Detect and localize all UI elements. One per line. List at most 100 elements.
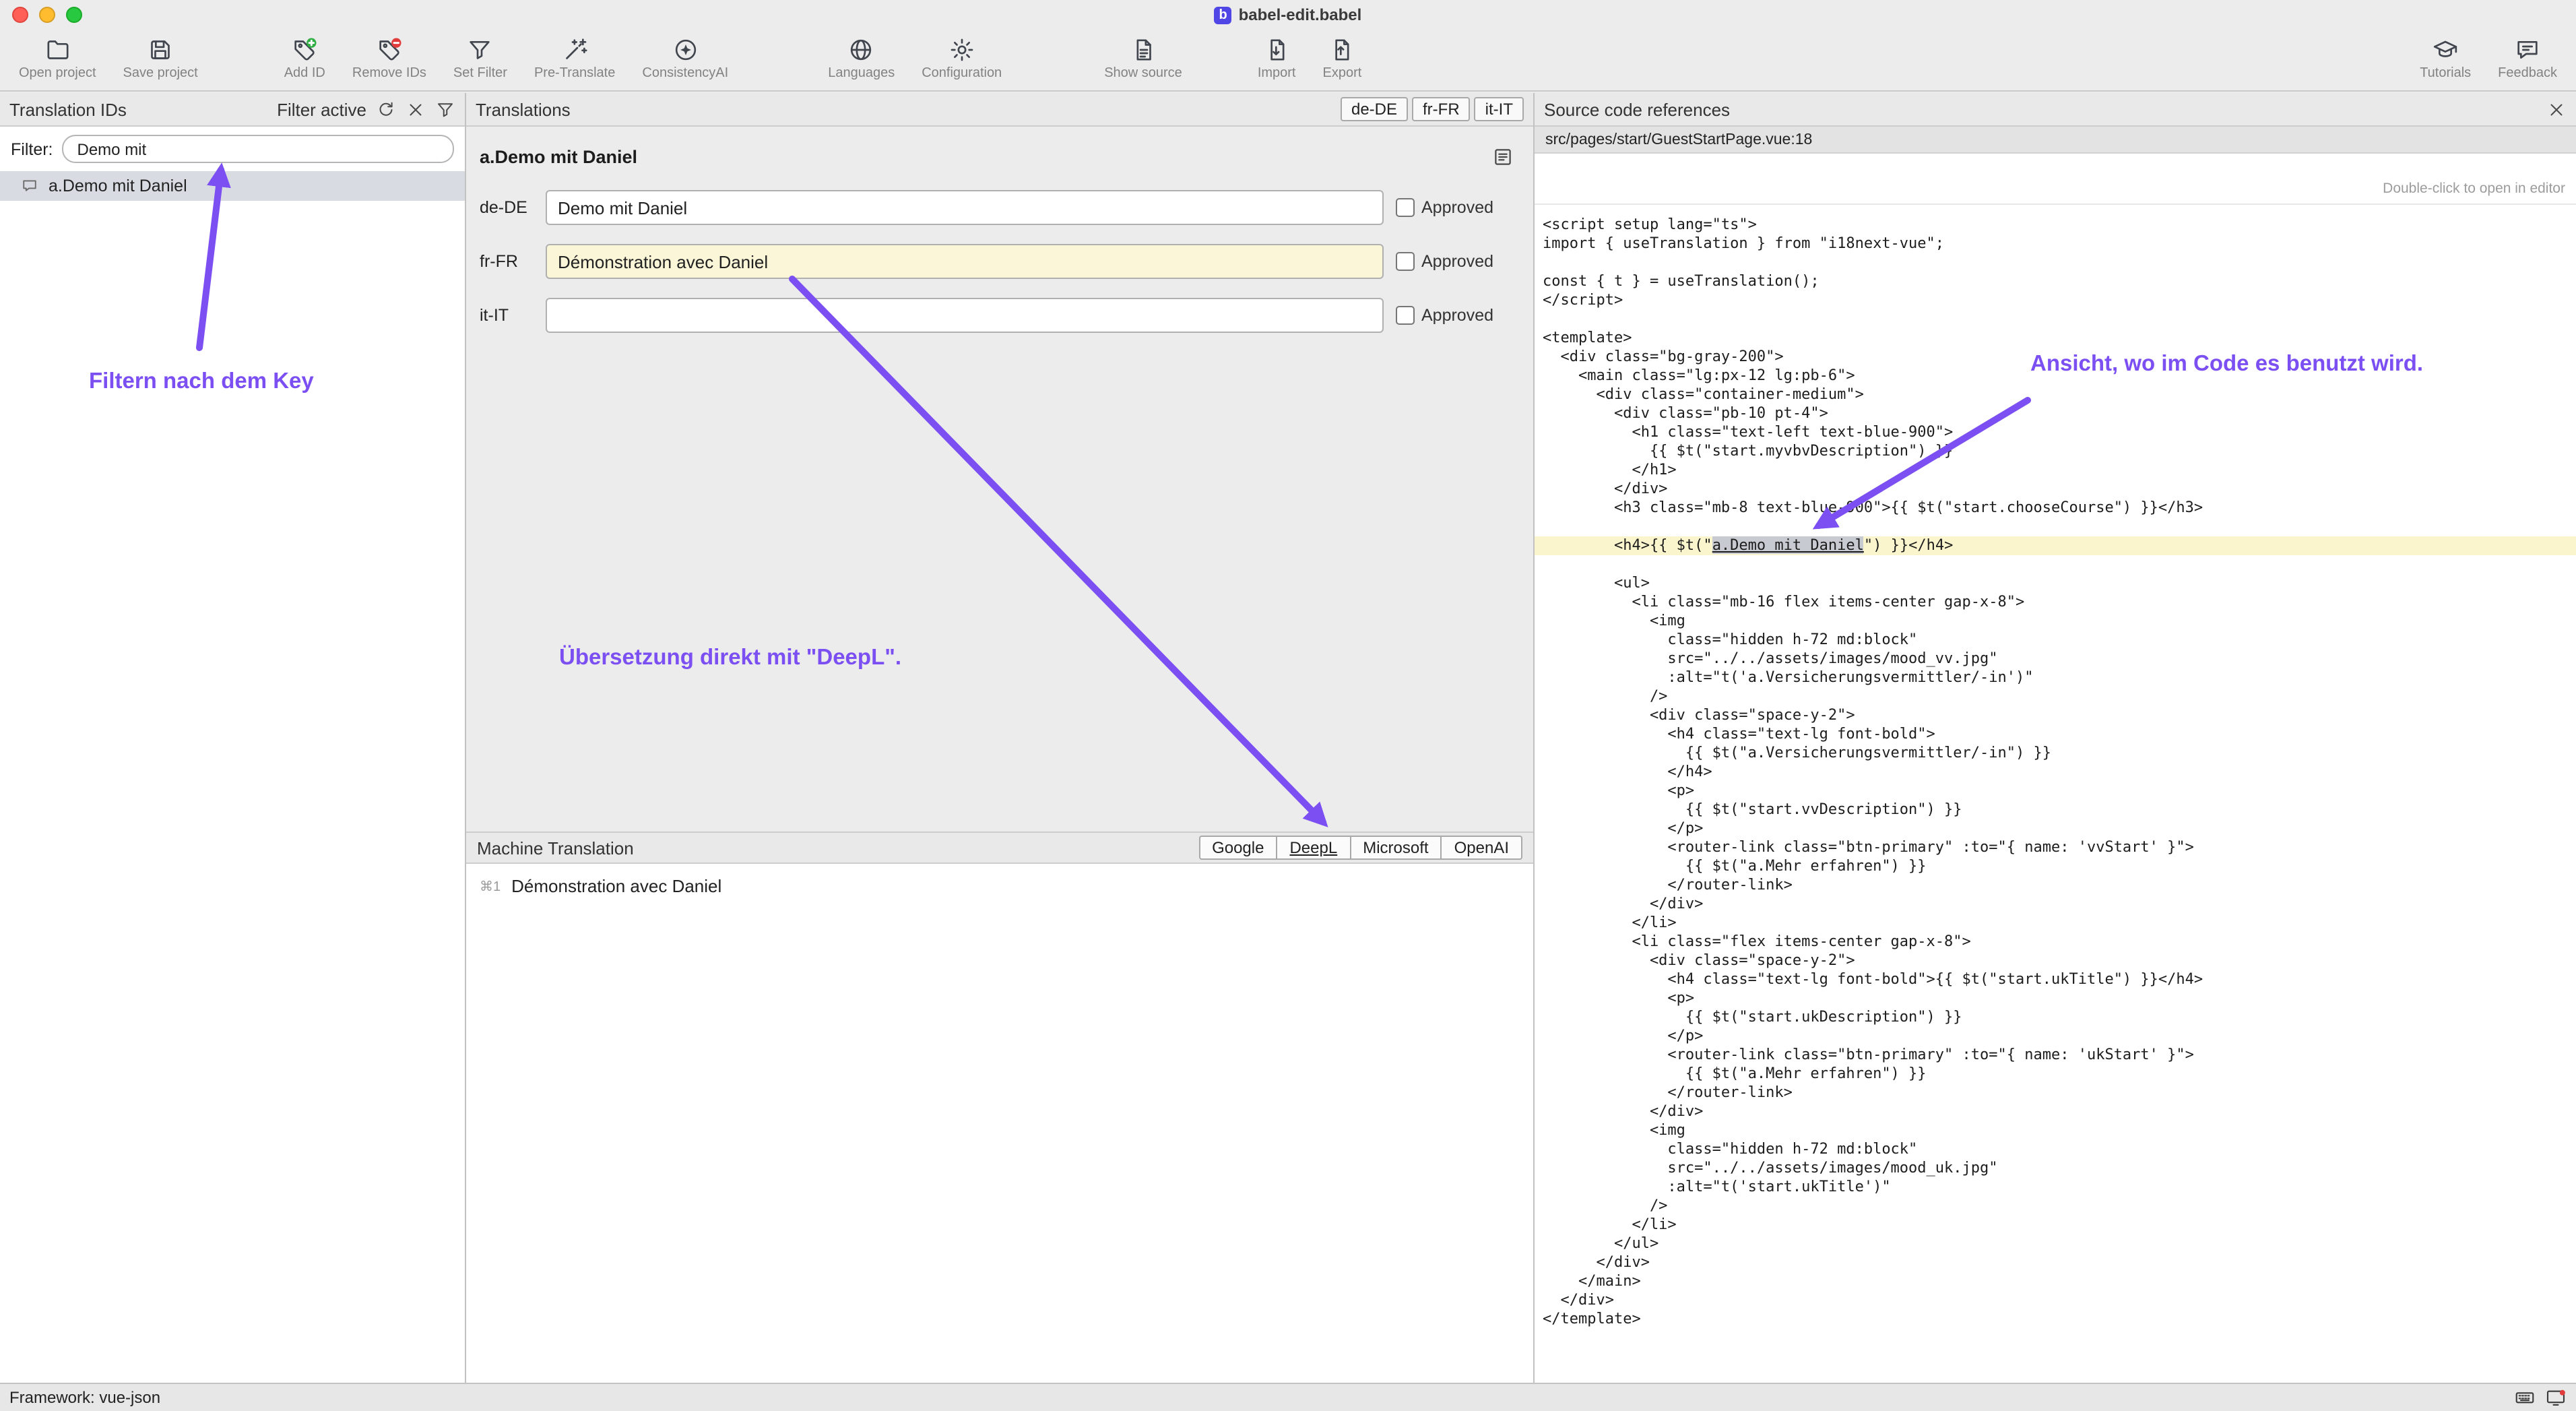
- code-line: />: [1543, 687, 2576, 706]
- window-title: b babel-edit.babel: [0, 5, 2576, 24]
- code-line: [1543, 253, 2576, 272]
- translation-input-fr-fr[interactable]: [546, 244, 1384, 279]
- minimize-window-button[interactable]: [39, 7, 55, 23]
- screen-recording-icon[interactable]: [2545, 1387, 2567, 1408]
- code-line: <div class="space-y-2">: [1543, 951, 2576, 970]
- toolbar-export[interactable]: Export: [1312, 35, 1373, 82]
- highlighted-translation-key[interactable]: a.Demo mit Daniel: [1712, 536, 1864, 554]
- toolbar-configuration[interactable]: Configuration: [911, 35, 1012, 82]
- mt-shortcut: ⌘1: [480, 879, 501, 894]
- code-line: </script>: [1543, 291, 2576, 310]
- code-line: </li>: [1543, 1216, 2576, 1234]
- mt-provider-google[interactable]: Google: [1198, 836, 1277, 860]
- globe-icon: [848, 36, 875, 63]
- toolbar-feedback[interactable]: Feedback: [2487, 35, 2568, 82]
- lang-tab-fr-fr[interactable]: fr-FR: [1412, 97, 1471, 121]
- toolbar-label: Tutorials: [2420, 66, 2471, 81]
- approved-checkbox-it-it[interactable]: [1396, 306, 1415, 325]
- toolbar-remove-ids[interactable]: Remove IDs: [342, 35, 437, 82]
- translation-row: fr-FRApproved: [480, 244, 1517, 279]
- translations-title: Translations: [476, 99, 571, 119]
- code-line: <img: [1543, 1121, 2576, 1140]
- toolbar-set-filter[interactable]: Set Filter: [443, 35, 518, 82]
- machine-translation-title: Machine Translation: [477, 838, 634, 858]
- toolbar-label: Import: [1258, 66, 1296, 81]
- code-line: <li class="flex items-center gap-x-8">: [1543, 933, 2576, 951]
- code-view[interactable]: <script setup lang="ts">import { useTran…: [1535, 205, 2576, 1383]
- code-line: <script setup lang="ts">: [1543, 216, 2576, 234]
- approved-checkbox-fr-fr[interactable]: [1396, 252, 1415, 271]
- code-line: class="hidden h-72 md:block": [1543, 631, 2576, 650]
- mt-suggestion-text: Démonstration avec Daniel: [511, 876, 721, 896]
- lang-tab-it-it[interactable]: it-IT: [1475, 97, 1524, 121]
- toolbar-import[interactable]: Import: [1247, 35, 1307, 82]
- toolbar-save-project[interactable]: Save project: [112, 35, 209, 82]
- code-line: <template>: [1543, 329, 2576, 348]
- translations-panel: Translations de-DEfr-FRit-IT a.Demo mit …: [466, 93, 1535, 1383]
- code-line: [1543, 310, 2576, 329]
- language-tabs: de-DEfr-FRit-IT: [1341, 97, 1524, 121]
- toolbar-consistencyai[interactable]: ConsistencyAI: [631, 35, 739, 82]
- entry-head: a.Demo mit Daniel: [480, 146, 1514, 168]
- code-line: class="hidden h-72 md:block": [1543, 1140, 2576, 1159]
- code-line: <img: [1543, 612, 2576, 631]
- translation-id-item[interactable]: a.Demo mit Daniel: [0, 171, 465, 201]
- translation-input-de-de[interactable]: [546, 190, 1384, 225]
- lang-tab-de-de[interactable]: de-DE: [1341, 97, 1408, 121]
- mt-provider-microsoft[interactable]: Microsoft: [1351, 836, 1442, 860]
- toolbar-open-project[interactable]: Open project: [8, 35, 107, 82]
- language-label: it-IT: [480, 306, 534, 325]
- save-icon: [147, 36, 174, 63]
- translation-ids-panel: Translation IDs Filter active Filter: a.…: [0, 93, 466, 1383]
- mt-provider-openai[interactable]: OpenAI: [1442, 836, 1522, 860]
- funnel-icon: [467, 36, 494, 63]
- source-references-title: Source code references: [1544, 99, 1730, 119]
- translation-row: it-IT Approved: [480, 298, 1517, 333]
- translation-editor: a.Demo mit Daniel de-DEApproved fr-FRAppr…: [466, 127, 1533, 832]
- folder-icon: [44, 36, 71, 63]
- comment-icon[interactable]: [1491, 146, 1514, 168]
- filter-input[interactable]: [63, 135, 455, 163]
- translation-input-it-it[interactable]: [546, 298, 1384, 333]
- mt-suggestion[interactable]: ⌘1 Démonstration avec Daniel: [466, 864, 1533, 908]
- tagminus-icon: [376, 36, 403, 63]
- toolbar-tutorials[interactable]: Tutorials: [2409, 35, 2482, 82]
- toolbar-label: Remove IDs: [352, 66, 426, 81]
- code-line: <ul>: [1543, 574, 2576, 593]
- code-line: <h4 class="text-lg font-bold">{{ $t("sta…: [1543, 970, 2576, 989]
- filter-icon[interactable]: [435, 99, 455, 119]
- zoom-window-button[interactable]: [66, 7, 82, 23]
- tagplus-icon: [291, 36, 318, 63]
- approved-checkbox-de-de[interactable]: [1396, 198, 1415, 217]
- file-reference[interactable]: src/pages/start/GuestStartPage.vue:18: [1535, 127, 2576, 154]
- traffic-lights: [12, 7, 82, 23]
- close-window-button[interactable]: [12, 7, 28, 23]
- machine-translation-body: ⌘1 Démonstration avec Daniel: [466, 864, 1533, 1383]
- mt-provider-deepl[interactable]: DeepL: [1277, 836, 1351, 860]
- code-line: </template>: [1543, 1310, 2576, 1329]
- code-line: <router-link class="btn-primary" :to="{ …: [1543, 838, 2576, 857]
- code-line: <div class="bg-gray-200">: [1543, 348, 2576, 367]
- toolbar-languages[interactable]: Languages: [817, 35, 905, 82]
- code-line: <router-link class="btn-primary" :to="{ …: [1543, 1046, 2576, 1065]
- translations-header: Translations de-DEfr-FRit-IT: [466, 93, 1533, 127]
- clear-filter-icon[interactable]: [406, 99, 426, 119]
- wand-icon: [561, 36, 588, 63]
- toolbar-label: Save project: [123, 66, 198, 81]
- code-line: </ul>: [1543, 1234, 2576, 1253]
- toolbar-pre-translate[interactable]: Pre-Translate: [523, 35, 626, 82]
- code-line: </div>: [1543, 1102, 2576, 1121]
- keyboard-icon[interactable]: [2514, 1387, 2536, 1408]
- translation-row: de-DEApproved: [480, 190, 1517, 225]
- toolbar-label: Open project: [19, 66, 96, 81]
- code-line: </router-link>: [1543, 1084, 2576, 1102]
- toolbar-show-source[interactable]: Show source: [1093, 35, 1193, 82]
- translation-ids-header: Translation IDs Filter active: [0, 93, 465, 127]
- code-line: src="../../assets/images/mood_vv.jpg": [1543, 650, 2576, 668]
- refresh-filter-icon[interactable]: [376, 99, 396, 119]
- translation-ids-title: Translation IDs: [9, 99, 127, 119]
- toolbar-add-id[interactable]: Add ID: [273, 35, 336, 82]
- translation-id-label: a.Demo mit Daniel: [49, 177, 187, 195]
- close-panel-icon[interactable]: [2546, 99, 2567, 119]
- approved-control-it-it: Approved: [1396, 306, 1517, 325]
